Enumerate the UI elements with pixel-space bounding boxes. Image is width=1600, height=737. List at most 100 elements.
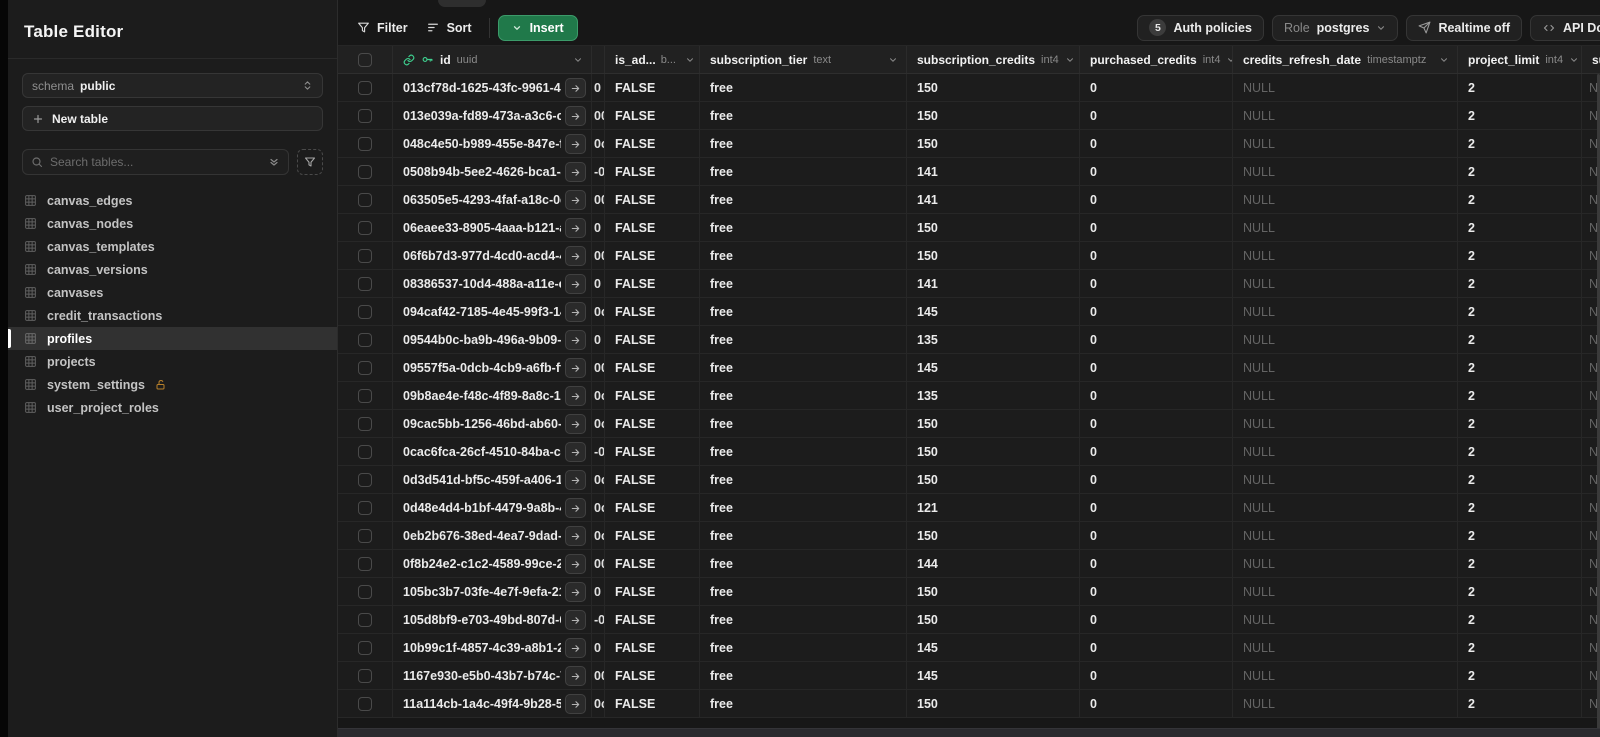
cell-subscription-credits[interactable]: 150 [907,214,1080,241]
cell-is-admin[interactable]: FALSE [605,214,700,241]
cell-subscription-tier[interactable]: free [700,354,907,381]
cell-id[interactable]: 0d3d541d-bf5c-459f-a406-16b93... [393,466,592,493]
sidebar-item-canvas_templates[interactable]: canvas_templates [8,235,337,258]
cell-purchased-credits[interactable]: 0 [1080,494,1233,521]
cell-clipped[interactable]: -0 [592,438,605,465]
cell-purchased-credits[interactable]: 0 [1080,690,1233,717]
cell-purchased-credits[interactable]: 0 [1080,578,1233,605]
cell-subscription-tier[interactable]: free [700,494,907,521]
column-header-credits-refresh-date[interactable]: credits_refresh_date timestamptz [1233,46,1458,73]
cell-credits-refresh-date[interactable]: NULL [1233,466,1458,493]
cell-subscription-tier[interactable]: free [700,522,907,549]
cell-subscription-credits[interactable]: 145 [907,354,1080,381]
cell-credits-refresh-date[interactable]: NULL [1233,634,1458,661]
cell-is-admin[interactable]: FALSE [605,438,700,465]
expand-row-button[interactable] [565,386,586,406]
cell-clipped[interactable]: -0 [592,606,605,633]
column-header-clipped[interactable] [592,46,605,73]
cell-clipped[interactable]: 0c [592,522,605,549]
cell-project-limit[interactable]: 2 [1458,130,1582,157]
cell-subscription-credits[interactable]: 145 [907,298,1080,325]
cell-purchased-credits[interactable]: 0 [1080,634,1233,661]
cell-is-admin[interactable]: FALSE [605,690,700,717]
cell-project-limit[interactable]: 2 [1458,382,1582,409]
cell-subscription-tier[interactable]: free [700,242,907,269]
row-checkbox[interactable] [358,500,372,515]
cell-subscription-tier[interactable]: free [700,158,907,185]
expand-row-button[interactable] [565,246,586,266]
search-tables-input[interactable] [50,155,261,169]
expand-row-button[interactable] [565,106,586,126]
sort-button[interactable]: Sort [417,16,481,40]
row-checkbox[interactable] [358,192,372,207]
cell-credits-refresh-date[interactable]: NULL [1233,158,1458,185]
cell-credits-refresh-date[interactable]: NULL [1233,606,1458,633]
sidebar-item-canvas_edges[interactable]: canvas_edges [8,189,337,212]
cell-id[interactable]: 0d48e4d4-b1bf-4479-9a8b-4a4b... [393,494,592,521]
cell-credits-refresh-date[interactable]: NULL [1233,438,1458,465]
cell-subscription-credits[interactable]: 150 [907,102,1080,129]
cell-id[interactable]: 0508b94b-5ee2-4626-bca1-4bca... [393,158,592,185]
row-checkbox[interactable] [358,528,372,543]
cell-is-admin[interactable]: FALSE [605,662,700,689]
realtime-toggle-button[interactable]: Realtime off [1406,14,1522,41]
cell-subscription-credits[interactable]: 150 [907,522,1080,549]
sidebar-item-profiles[interactable]: profiles [8,327,337,350]
cell-subscription-credits[interactable]: 135 [907,326,1080,353]
cell-subscription-tier[interactable]: free [700,662,907,689]
cell-credits-refresh-date[interactable]: NULL [1233,382,1458,409]
cell-subscription-tier[interactable]: free [700,382,907,409]
cell-clipped[interactable]: 00 [592,186,605,213]
new-table-button[interactable]: New table [22,106,323,131]
expand-row-button[interactable] [565,414,586,434]
expand-row-button[interactable] [565,526,586,546]
filter-button[interactable]: Filter [348,16,417,40]
expand-row-button[interactable] [565,582,586,602]
cell-credits-refresh-date[interactable]: NULL [1233,186,1458,213]
expand-row-button[interactable] [565,190,586,210]
cell-project-limit[interactable]: 2 [1458,410,1582,437]
cell-purchased-credits[interactable]: 0 [1080,662,1233,689]
cell-subscription-tier[interactable]: free [700,74,907,101]
cell-clipped[interactable]: 0c [592,410,605,437]
cell-purchased-credits[interactable]: 0 [1080,326,1233,353]
cell-purchased-credits[interactable]: 0 [1080,242,1233,269]
cell-clipped[interactable]: -0 [592,158,605,185]
cell-project-limit[interactable]: 2 [1458,634,1582,661]
cell-subscription-credits[interactable]: 121 [907,494,1080,521]
cell-clipped[interactable]: 0c [592,298,605,325]
cell-credits-refresh-date[interactable]: NULL [1233,578,1458,605]
api-docs-button[interactable]: API Do [1530,14,1600,41]
expand-row-button[interactable] [565,442,586,462]
column-header-project-limit[interactable]: project_limit int4 [1458,46,1582,73]
sidebar-item-canvases[interactable]: canvases [8,281,337,304]
column-header-subscription-credits[interactable]: subscription_credits int4 [907,46,1080,73]
cell-subscription-credits[interactable]: 150 [907,466,1080,493]
cell-credits-refresh-date[interactable]: NULL [1233,494,1458,521]
cell-credits-refresh-date[interactable]: NULL [1233,410,1458,437]
cell-subscription-tier[interactable]: free [700,186,907,213]
cell-clipped[interactable]: 0c [592,382,605,409]
cell-id[interactable]: 063505e5-4293-4faf-a18c-0e65b... [393,186,592,213]
filter-tables-button[interactable] [297,149,323,175]
cell-is-admin[interactable]: FALSE [605,242,700,269]
cell-id[interactable]: 013e039a-fd89-473a-a3c6-ccfa9... [393,102,592,129]
cell-id[interactable]: 09cac5bb-1256-46bd-ab60-64ed... [393,410,592,437]
expand-row-button[interactable] [565,694,586,714]
auth-policies-button[interactable]: 5 Auth policies [1137,14,1264,41]
cell-credits-refresh-date[interactable]: NULL [1233,102,1458,129]
row-checkbox[interactable] [358,136,372,151]
column-header-subscription-tier[interactable]: subscription_tier text [700,46,907,73]
cell-purchased-credits[interactable]: 0 [1080,214,1233,241]
cell-id[interactable]: 11a114cb-1a4c-49f4-9b28-52219ec... [393,690,592,717]
cell-is-admin[interactable]: FALSE [605,270,700,297]
cell-is-admin[interactable]: FALSE [605,634,700,661]
cell-subscription-credits[interactable]: 150 [907,410,1080,437]
row-checkbox[interactable] [358,584,372,599]
expand-row-button[interactable] [565,666,586,686]
cell-project-limit[interactable]: 2 [1458,102,1582,129]
cell-credits-refresh-date[interactable]: NULL [1233,74,1458,101]
cell-subscription-tier[interactable]: free [700,410,907,437]
cell-subscription-credits[interactable]: 141 [907,158,1080,185]
cell-id[interactable]: 1167e930-e5b0-43b7-b74c-788c9... [393,662,592,689]
